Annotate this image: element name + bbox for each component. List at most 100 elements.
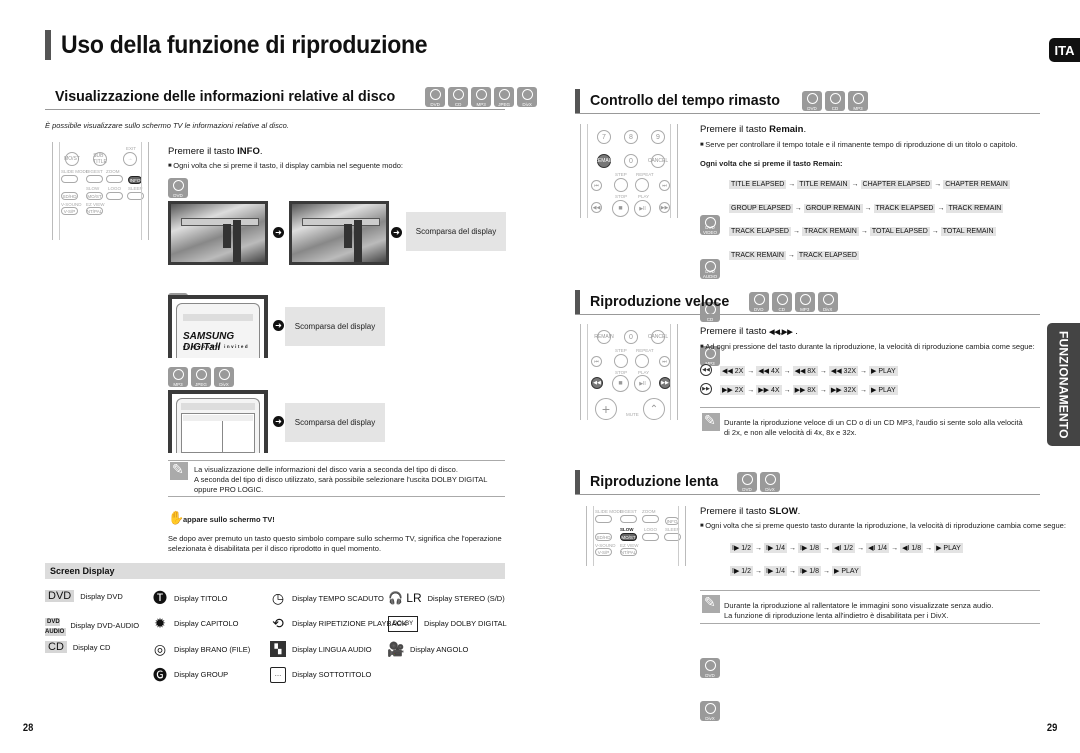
legend-item: ⟲ Display RIPETIZIONE PLAYBACK (270, 615, 407, 632)
legend-item: ◷ Display TEMPO SCADUTO (271, 589, 384, 606)
flow-step: CHAPTER REMAIN (943, 180, 1010, 189)
flow-step: I▶ 1/2 (730, 543, 754, 553)
display-off-box: Scomparsa del display (406, 212, 506, 251)
disc-type-icon: MP3 (794, 291, 815, 312)
arrow-icon: → (792, 228, 800, 235)
remain-subhead: Ogni volta che si preme il tasto Remain: (700, 159, 843, 168)
hand-stop-icon: ✋ (168, 510, 185, 525)
samsung-logo: SAMSUNG DIGITall (183, 331, 235, 353)
disc-type-icon: DVD (425, 86, 446, 107)
disc-type-icon: DVD AUDIO (700, 258, 720, 279)
remote-illustration-fast: REMAIN 0 CANCEL STEP REPEAT ⏮ ⏭ STOP PLA… (580, 324, 678, 420)
language-tab: ITA (1049, 38, 1080, 62)
arrow-icon: → (747, 367, 755, 375)
dvd-disc-icon: DVD (168, 178, 188, 198)
arrow-icon: → (755, 544, 763, 552)
camera-icon: 🎥 (387, 640, 405, 657)
flow-step: ▶ PLAY (869, 366, 898, 376)
legend-item: DVD AUDIO Display DVD-AUDIO (45, 616, 139, 636)
flow-step: I▶ 1/4 (764, 543, 788, 553)
legend-item: ▚ Display LINGUA AUDIO (270, 641, 372, 657)
flow-step: GROUP REMAIN (803, 203, 863, 213)
cd-icon: CD (45, 641, 73, 653)
dvd-audio-icon: DVD AUDIO (45, 617, 67, 636)
remote-subtitle-button: SUB TITLE (93, 152, 107, 166)
flow-step: ◀◀ 2X (720, 366, 746, 376)
legend-item: CD Display CD (45, 641, 110, 653)
arrow-icon: → (925, 544, 933, 552)
flow-step: ◀◀ 32X (828, 366, 859, 376)
flow-step: ▶ PLAY (869, 385, 898, 395)
arrow-icon: → (860, 367, 868, 375)
flow-step: ▶ PLAY (832, 566, 861, 576)
slow-dvd-flow: I▶ 1/2 → I▶ 1/4 → I▶ 1/8 → ◀I 1/2 → ◀I 1/4 → ◀I 1/… (730, 543, 963, 553)
disc-type-icon: MP3 (168, 367, 188, 387)
legend-item: ◎ Display BRANO (FILE) (153, 640, 251, 657)
flow-step: ▶▶ 2X (720, 385, 746, 395)
flow-step: ◀◀ 4X (756, 366, 782, 376)
flow-step: ◀I 1/8 (900, 543, 924, 553)
arrow-icon: → (860, 228, 868, 235)
arrow-icon: → (823, 567, 831, 575)
flow-step: TRACK REMAIN (801, 227, 859, 236)
section-side-tab: FUNZIONAMENTO (1047, 323, 1080, 446)
legend-item: 🅖 Display GROUP (153, 666, 229, 683)
tv-screenshot-mp3 (168, 390, 268, 453)
tv-screenshot-osd-1 (168, 201, 268, 265)
disc-type-icon: MP3 (848, 90, 869, 111)
flow-step: ▶ PLAY (934, 543, 963, 553)
clock-icon: ◷ (271, 589, 285, 606)
flow-step: I▶ 1/2 (730, 566, 754, 576)
legend-item: 🎧 LR Display STEREO (S/D) (388, 591, 505, 605)
arrow-icon: → (937, 204, 945, 212)
flow-step: GROUP ELAPSED (729, 203, 793, 213)
flow-step: ◀I 1/4 (866, 543, 890, 553)
slow-note: Durante la riproduzione al rallentatore … (700, 590, 1040, 624)
disc-icons: DVD CD MP3 JPEG DivX (425, 86, 538, 107)
dvd-icon: DVD (45, 590, 80, 602)
arrow-icon: → (747, 386, 755, 394)
disc-icons: DVD CD MP3 (802, 90, 869, 111)
remain-section-header: Controllo del tempo rimasto DVD CD MP3 (575, 88, 1040, 114)
arrow-right-icon: ➜ (391, 227, 402, 238)
rewind-icon: ◀◀ (700, 364, 712, 376)
flow-step: I▶ 1/8 (798, 543, 822, 553)
remain-press-instruction: Premere il tasto Remain. (700, 124, 807, 135)
ff-speed-flow: ▶▶ 2X → ▶▶ 4X → ▶▶ 8X → ▶▶ 32X → ▶ PLAY (720, 385, 898, 395)
flow-step: TRACK ELAPSED (729, 227, 791, 236)
fast-press-instruction: Premere il tasto ◀◀,▶▶ . (700, 326, 798, 337)
arrow-icon: → (860, 386, 868, 394)
disc-type-icon: DVD (802, 90, 823, 111)
fast-bullet: Ad ogni pressione del tasto durante la r… (700, 342, 1034, 351)
arrow-icon: → (864, 204, 872, 212)
remote-mo-st-button: MO/ST (64, 152, 80, 166)
remain-flow-row: TITLE ELAPSED → TITLE REMAIN → CHAPTER ELAPS… (729, 180, 1010, 189)
remain-flow-row: GROUP ELAPSED → GROUP REMAIN → TRACK ELAPSED… (729, 203, 1004, 213)
disc-type-icon: DVD VIDEO (700, 215, 720, 235)
arrow-icon: → (789, 567, 797, 575)
flow-step: TOTAL ELAPSED (869, 227, 930, 236)
flow-step: TRACK REMAIN (729, 250, 786, 260)
remote-remain-button-highlighted: REMAIN (594, 154, 614, 168)
display-off-box: Scomparsa del display (285, 307, 385, 346)
arrow-icon: → (789, 544, 797, 552)
pencil-note-icon (170, 461, 188, 480)
arrow-icon: → (891, 544, 899, 552)
arrow-icon: → (783, 386, 791, 394)
slow-section-header: Riproduzione lenta DVD DivX (575, 469, 1040, 495)
disc-type-icon: MP3 (471, 86, 492, 107)
arrow-icon: → (931, 228, 939, 235)
flow-step: TOTAL REMAIN (940, 227, 996, 236)
disc-type-icon: DivX (817, 291, 838, 312)
legend-item: DVD Display DVD (45, 590, 123, 602)
flow-step: TRACK ELAPSED (796, 250, 859, 260)
slow-press-instruction: Premere il tasto SLOW. (700, 506, 801, 517)
legend-item: 🅣 Display TITOLO (153, 590, 228, 606)
disc-icons: DVD CD MP3 DivX (748, 291, 838, 312)
info-section-header: Visualizzazione delle informazioni relat… (45, 84, 538, 110)
disc-type-icon: JPEG (494, 86, 515, 107)
track-icon: ◎ (153, 640, 167, 657)
rewind-speed-flow: ◀◀ 2X → ◀◀ 4X → ◀◀ 8X → ◀◀ 32X → ▶ PLAY (720, 366, 898, 376)
dvd-disc-icon: DVD (700, 658, 720, 678)
arrow-icon: → (783, 367, 791, 375)
